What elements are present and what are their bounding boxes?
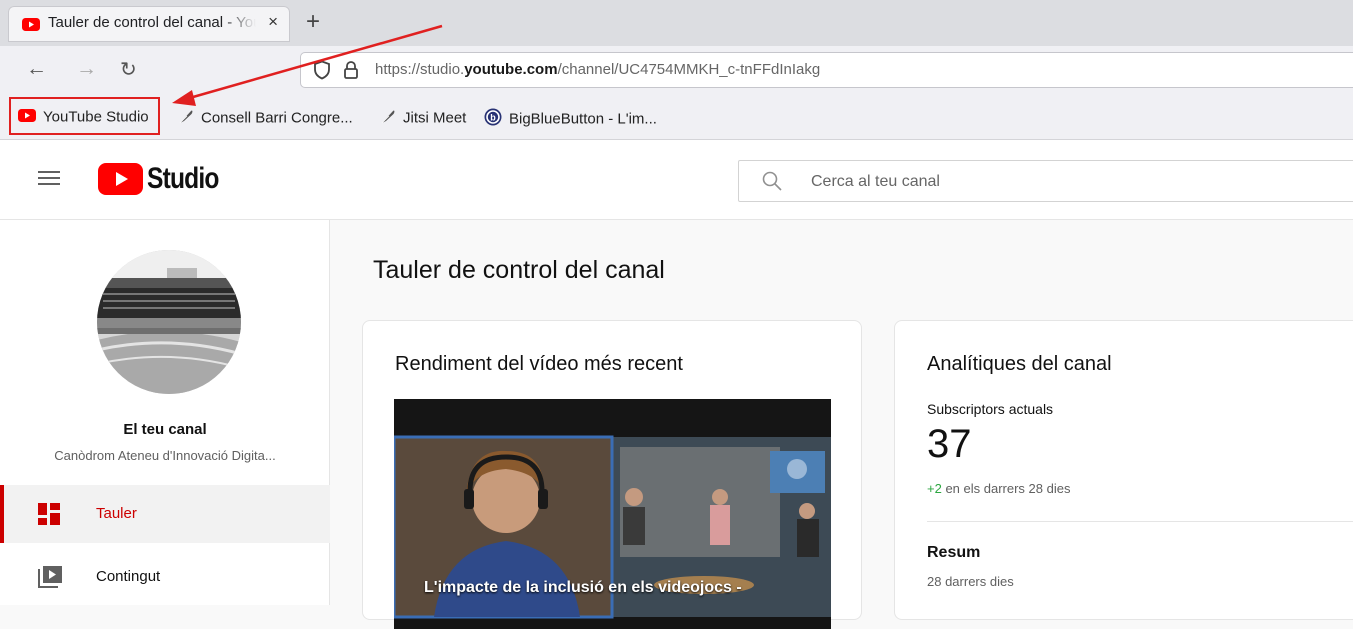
subscribers-change: +2 en els darrers 28 dies [927,481,1070,496]
bigbluebutton-icon: b [484,108,502,130]
youtube-favicon-icon [22,18,40,36]
browser-nav-bar: ← → ↻ https://studio.youtube.com/channel… [0,46,1353,96]
sidebar-item-label: Tauler [96,505,137,522]
studio-header: Studio [0,140,1353,220]
sidebar-item-contingut[interactable]: Contingut [0,548,330,606]
card-title: Rendiment del vídeo més recent [395,353,683,375]
reload-icon[interactable]: ↻ [120,57,137,82]
hamburger-menu-icon[interactable] [38,169,60,192]
channel-name: Canòdrom Ateneu d'Innovació Digita... [54,448,276,463]
channel-label[interactable]: El teu canal [0,421,330,438]
change-value: +2 [927,481,942,496]
change-text: en els darrers 28 dies [941,481,1071,496]
studio-logo-text[interactable]: Studio [147,162,219,196]
annotation-highlight-box [9,97,160,135]
summary-title: Resum [927,544,981,561]
card-title: Analítiques del canal [927,353,1112,375]
url-path: /channel/UC4754MMKH_c-tnFFdInIakg [557,61,821,78]
url-text[interactable]: https://studio.youtube.com/channel/UC475… [375,61,820,78]
shield-icon[interactable] [313,60,331,85]
new-tab-button[interactable]: + [306,8,320,36]
feather-icon [178,108,194,128]
address-bar[interactable]: https://studio.youtube.com/channel/UC475… [300,52,1353,88]
sidebar-item-label: Contingut [96,568,161,585]
subscribers-count: 37 [927,422,972,466]
summary-period: 28 darrers dies [927,574,1014,589]
bookmark-bigbluebutton[interactable]: b BigBlueButton - L'im... [484,108,657,128]
browser-tab-bar: Tauler de control del canal - YouTube St… [0,0,1353,46]
dashboard-icon [38,503,60,530]
youtube-logo-icon[interactable] [98,163,143,200]
channel-analytics-card: Analítiques del canal Subscriptors actua… [894,320,1353,620]
url-prefix: https://studio. [375,61,465,78]
sidebar: El teu canal Canòdrom Ateneu d'Innovació… [0,220,330,605]
video-thumbnail[interactable]: L'impacte de la inclusió en els videojoc… [394,399,831,629]
channel-search-box[interactable] [738,160,1353,202]
back-arrow-icon[interactable]: ← [26,57,47,81]
svg-text:b: b [490,113,496,123]
feather-icon [380,108,396,128]
forward-arrow-icon[interactable]: → [76,57,97,81]
sidebar-item-tauler[interactable]: Tauler [0,485,330,543]
video-caption: L'impacte de la inclusió en els videojoc… [424,579,742,596]
latest-video-card: Rendiment del vídeo més recent L'impacte… [362,320,862,629]
bookmark-label: Consell Barri Congre... [201,109,353,127]
bookmark-consell-barri[interactable]: Consell Barri Congre... [178,108,353,128]
bookmark-label: Jitsi Meet [403,109,467,127]
search-icon[interactable] [761,170,783,197]
bookmark-label: BigBlueButton - L'im... [509,110,657,128]
content-icon [38,566,62,593]
tab-title: Tauler de control del canal - YouTube St… [48,14,256,31]
page-title: Tauler de control del canal [373,256,665,284]
divider [927,521,1353,522]
lock-icon[interactable] [343,60,359,85]
bookmarks-bar: YouTube Studio Consell Barri Congre... J… [0,96,1353,140]
bookmark-jitsi-meet[interactable]: Jitsi Meet [380,108,466,128]
url-domain: youtube.com [464,61,558,78]
browser-tab-active[interactable]: Tauler de control del canal - YouTube St… [8,6,290,42]
channel-avatar[interactable] [97,250,241,394]
tab-close-icon[interactable]: × [268,12,278,32]
subscribers-label: Subscriptors actuals [927,401,1054,417]
search-input[interactable] [809,169,1313,195]
